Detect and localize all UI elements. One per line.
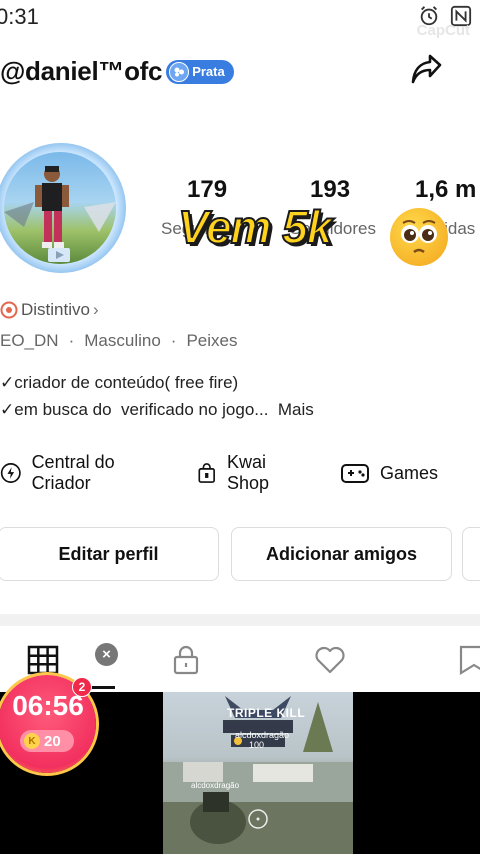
avatar-character	[4, 166, 116, 262]
badge-icon	[169, 61, 190, 82]
share-icon[interactable]	[406, 52, 446, 92]
bio-line: ✓criador de conteúdo( free fire)	[0, 373, 239, 392]
meta-separator: ·	[68, 331, 75, 350]
coin-reward: K 20	[20, 730, 74, 752]
kill-feed: alcdoxdragão	[191, 781, 240, 790]
kwai-shop-link[interactable]: Kwai Shop	[196, 452, 298, 494]
more-button[interactable]	[462, 527, 480, 581]
capcut-watermark: CapCut	[416, 22, 470, 39]
status-time: 0:31	[0, 4, 39, 29]
username-row: @daniel™ofc Prata	[0, 56, 234, 87]
status-bar: 0:31 CapCut	[0, 0, 480, 39]
gamepad-icon	[340, 464, 369, 483]
bio-line[interactable]: ✓em busca do verificado no jogo... Mais	[0, 400, 314, 420]
close-icon[interactable]: ×	[95, 643, 118, 666]
bookmark-icon[interactable]	[458, 644, 480, 676]
kwai-shop-label: Kwai Shop	[227, 452, 270, 493]
creator-center-link[interactable]: Central do Criador	[0, 452, 154, 494]
games-label: Games	[379, 462, 438, 483]
edit-profile-button[interactable]: Editar perfil	[0, 527, 219, 581]
score: 100	[249, 740, 265, 750]
shopping-bag-icon	[198, 463, 215, 483]
coin-icon: K	[24, 733, 40, 749]
grid-icon[interactable]	[27, 644, 59, 676]
profile-meta: EO_DN · Masculino · Peixes	[0, 331, 238, 351]
creator-center-label: Central do Criador	[31, 452, 115, 493]
meta-separator: ·	[170, 331, 177, 350]
add-friends-button[interactable]: Adicionar amigos	[231, 527, 452, 581]
username: @daniel™ofc	[0, 56, 163, 86]
meta-sign: Peixes	[186, 331, 238, 350]
distintivo-label: Distintivo	[21, 300, 90, 319]
chevron-right-icon: ›	[92, 300, 99, 319]
badge-label: Prata	[192, 64, 225, 79]
level-badge[interactable]: Prata	[166, 59, 234, 84]
likes-count[interactable]: 1,6 m	[415, 176, 476, 204]
promo-overlay-text: Vem 5k	[177, 200, 333, 254]
player-name: alcdoxdragão	[235, 730, 290, 740]
heart-icon[interactable]	[314, 644, 346, 676]
coin-amount: 20	[44, 732, 61, 750]
pleading-emoji-icon	[390, 208, 448, 266]
avatar[interactable]	[4, 152, 116, 264]
meta-gender: Masculino	[84, 331, 161, 350]
lightning-icon	[0, 463, 21, 483]
kill-banner: TRIPLE KILL	[227, 706, 306, 720]
section-divider	[0, 614, 480, 626]
lock-icon[interactable]	[170, 644, 202, 676]
meta-id: EO_DN	[0, 331, 59, 350]
video-thumbnail[interactable]: TRIPLE KILL alcdoxdragão 100 alcdoxdragã…	[163, 692, 353, 854]
timer-notification-badge: 2	[72, 677, 92, 697]
games-link[interactable]: Games	[340, 460, 438, 486]
medal-icon	[0, 301, 18, 319]
distintivo-link[interactable]: Distintivo ›	[0, 300, 99, 320]
quick-links: Central do Criador Kwai Shop Games	[0, 452, 480, 494]
